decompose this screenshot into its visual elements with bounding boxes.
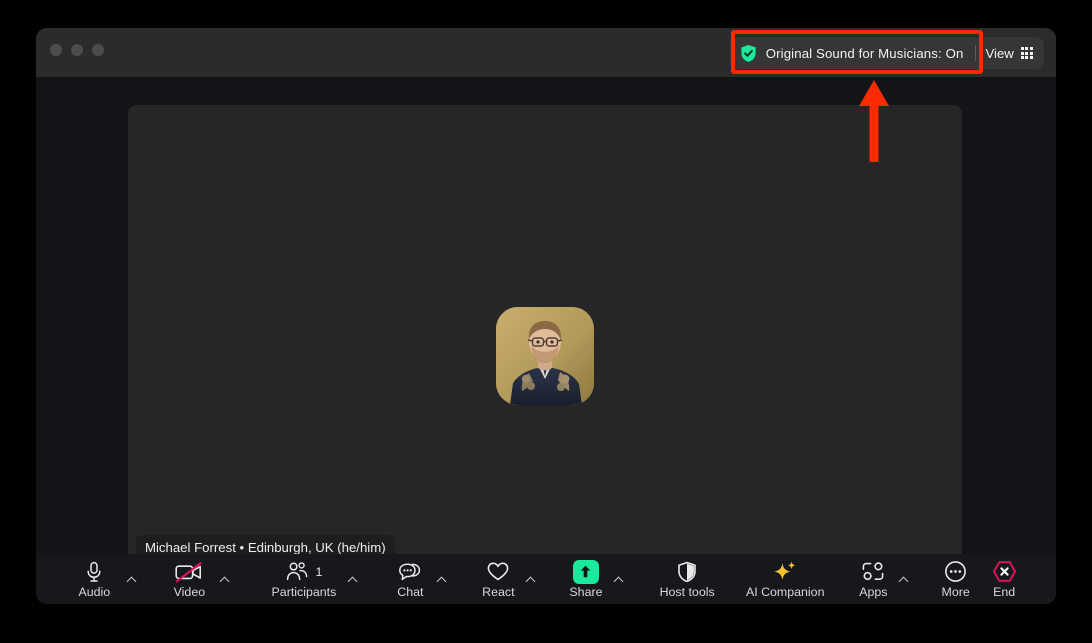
shield-check-icon	[740, 44, 757, 63]
heart-icon	[486, 561, 510, 582]
titlebar-divider	[975, 45, 977, 61]
window-traffic-lights	[50, 44, 104, 56]
minimize-window-button[interactable]	[71, 44, 83, 56]
video-options-chevron[interactable]	[215, 554, 234, 604]
share-options-chevron[interactable]	[609, 554, 628, 604]
original-sound-for-musicians-button[interactable]: Original Sound for Musicians: On	[734, 40, 972, 66]
participant-name-label: Michael Forrest • Edinburgh, UK (he/him)	[145, 540, 386, 555]
toolbar-button-apps[interactable]: Apps	[852, 554, 894, 604]
toolbar-button-video[interactable]: Video	[164, 554, 216, 604]
react-options-chevron[interactable]	[522, 554, 541, 604]
titlebar-right-cluster: Original Sound for Musicians: On View	[729, 37, 1044, 69]
video-off-icon	[174, 561, 204, 583]
apps-icon	[861, 561, 885, 582]
toolbar-button-ai-companion[interactable]: AI Companion	[742, 554, 828, 604]
participants-options-chevron[interactable]	[344, 554, 363, 604]
chevron-up-icon	[899, 575, 908, 584]
close-window-button[interactable]	[50, 44, 62, 56]
chevron-up-icon	[614, 575, 623, 584]
chevron-up-icon	[437, 575, 446, 584]
shield-icon	[677, 561, 697, 583]
original-sound-label: Original Sound for Musicians: On	[765, 45, 964, 61]
ellipsis-icon	[944, 560, 967, 583]
view-label: View	[985, 45, 1014, 61]
chevron-up-icon	[527, 575, 536, 584]
toolbar-label-host-tools: Host tools	[659, 584, 715, 599]
toolbar-label-audio: Audio	[78, 584, 111, 599]
end-call-icon	[992, 560, 1017, 583]
toolbar-label-video: Video	[173, 584, 206, 599]
chat-options-chevron[interactable]	[432, 554, 451, 604]
chevron-up-icon	[128, 575, 137, 584]
toolbar-label-ai-companion: AI Companion	[745, 584, 825, 599]
chevron-up-icon	[220, 575, 229, 584]
microphone-icon	[85, 561, 103, 583]
toolbar-button-more[interactable]: More	[933, 554, 978, 604]
toolbar-label-more: More	[941, 584, 970, 599]
share-screen-icon	[572, 559, 599, 584]
view-button[interactable]: View	[982, 40, 1040, 66]
toolbar-button-react[interactable]: React	[475, 554, 522, 604]
window-titlebar: Original Sound for Musicians: On View	[36, 28, 1056, 77]
toolbar-label-end: End	[993, 584, 1016, 599]
participant-video-tile[interactable]: Michael Forrest • Edinburgh, UK (he/him)	[128, 105, 962, 570]
toolbar-label-participants: Participants	[271, 584, 337, 599]
audio-options-chevron[interactable]	[123, 554, 142, 604]
zoom-window-button[interactable]	[92, 44, 104, 56]
toolbar-label-apps: Apps	[859, 584, 888, 599]
avatar	[496, 307, 594, 405]
toolbar-label-chat: Chat	[397, 584, 424, 599]
zoom-meeting-window: Original Sound for Musicians: On View Mi…	[36, 28, 1056, 604]
toolbar-button-chat[interactable]: Chat	[389, 554, 433, 604]
toolbar-button-audio[interactable]: Audio	[66, 554, 123, 604]
participants-icon	[285, 561, 309, 582]
sparkle-icon	[772, 560, 798, 583]
screenshot-root: Original Sound for Musicians: On View Mi…	[0, 0, 1092, 643]
toolbar-button-participants[interactable]: 1 Participants	[264, 554, 344, 604]
toolbar-button-end[interactable]: End	[978, 554, 1030, 604]
participants-count-badge: 1	[315, 564, 323, 579]
meeting-toolbar: Audio Video 1 Participants Chat React Sh…	[36, 554, 1056, 604]
chevron-up-icon	[349, 575, 358, 584]
toolbar-label-react: React	[482, 584, 515, 599]
toolbar-button-host-tools[interactable]: Host tools	[652, 554, 722, 604]
meeting-stage: Michael Forrest • Edinburgh, UK (he/him)	[36, 77, 1056, 570]
grid-view-icon	[1020, 46, 1033, 60]
apps-options-chevron[interactable]	[894, 554, 913, 604]
chat-icon	[398, 561, 422, 583]
toolbar-button-share[interactable]: Share	[563, 554, 610, 604]
toolbar-label-share: Share	[569, 584, 603, 599]
